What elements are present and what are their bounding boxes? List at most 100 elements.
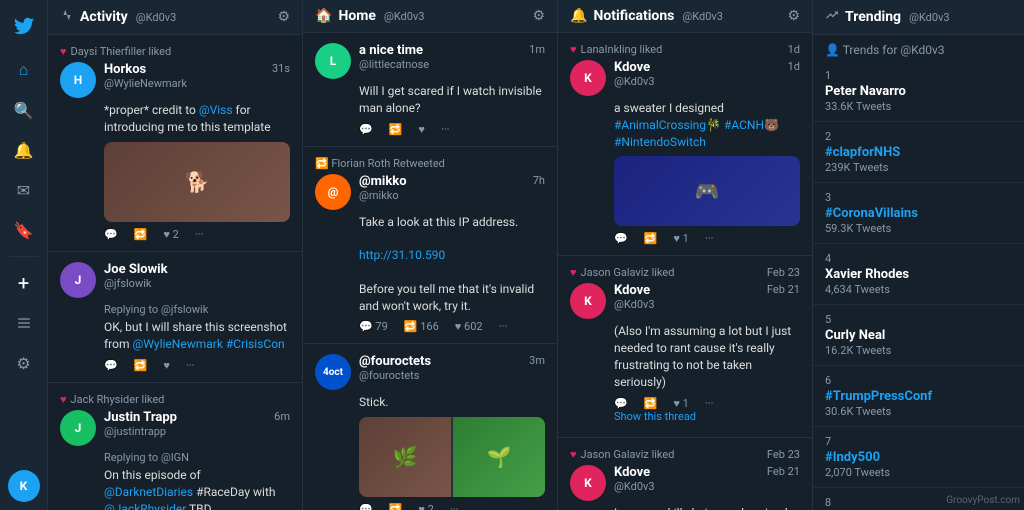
trending-item-7[interactable]: 7 #Indy500 2,070 Tweets [813, 427, 1024, 488]
notif-3[interactable]: ♥ Jason Galaviz liked Feb 23 K Kdove @Kd… [558, 438, 812, 510]
mention[interactable]: @Viss [199, 103, 233, 117]
retweet-action[interactable]: 🔁 [389, 503, 403, 510]
activity-tweet-1-image: 🐕 [104, 142, 290, 222]
notif-1-content: a sweater I designed #AnimalCrossing🎋 #A… [570, 100, 800, 150]
notifications-sidebar-icon[interactable]: 🔔 [6, 132, 42, 168]
messages-sidebar-icon[interactable]: ✉ [6, 172, 42, 208]
notifications-column-header: 🔔 Notifications @Kd0v3 ⚙ [558, 0, 812, 33]
activity-tweet-3-name: Justin Trapp [104, 410, 177, 425]
reply-to: Replying to @jfslowik [104, 302, 290, 317]
hashtag[interactable]: #CrisisCon [226, 337, 285, 351]
home-tweet-3[interactable]: 4oct @fouroctets @fouroctets 3m Stick. 🌿… [303, 344, 557, 510]
retweet-action[interactable]: 🔁 [389, 123, 403, 136]
more-action[interactable]: ··· [705, 397, 714, 410]
home-column-header: 🏠 Home @Kd0v3 ⚙ [303, 0, 557, 33]
like-action[interactable]: ♥ [418, 123, 425, 136]
reply-action[interactable]: 💬 79 [359, 320, 388, 333]
reply-action[interactable]: 💬 [614, 397, 628, 410]
like-action[interactable]: ♥ 1 [673, 397, 688, 410]
home-tweet-3-handle: @fouroctets [359, 369, 431, 382]
reply-to: Replying to @IGN [104, 450, 290, 465]
notifications-column-title: Notifications [593, 8, 674, 24]
notifications-settings-icon[interactable]: ⚙ [787, 8, 800, 24]
more-action[interactable]: ··· [705, 232, 714, 245]
like-action[interactable]: ♥ 2 [163, 228, 178, 241]
notif-1-name: Kdove [614, 60, 655, 75]
search-sidebar-icon[interactable]: 🔍 [6, 92, 42, 128]
trending-column: Trending @Kd0v3 ⚙ 👤 Trends for @Kd0v3 1 … [813, 0, 1024, 510]
trending-item-2[interactable]: 2 #clapforNHS 239K Tweets [813, 122, 1024, 183]
mention2[interactable]: @JackRhysider [104, 502, 186, 510]
like-action[interactable]: ♥ 602 [455, 320, 483, 333]
reply-action[interactable]: 💬 [614, 232, 628, 245]
reply-action[interactable]: 💬 [359, 503, 373, 510]
activity-tweet-1-content: *proper* credit to @Viss for introducing… [60, 102, 290, 136]
reply-action[interactable]: 💬 [359, 123, 373, 136]
notif-2[interactable]: ♥ Jason Galaviz liked Feb 23 K Kdove @Kd… [558, 256, 812, 437]
add-sidebar-icon[interactable]: + [6, 265, 42, 301]
activity-tweet-1[interactable]: ♥ Daysi Thierfiller liked H Horkos @Wyli… [48, 35, 302, 252]
retweet-action[interactable]: 🔁 [134, 228, 148, 241]
retweet-action[interactable]: 🔁 [644, 232, 658, 245]
notifications-header-icon: 🔔 [570, 8, 587, 24]
trending-item-5[interactable]: 5 Curly Neal 16.2K Tweets [813, 305, 1024, 366]
home-tweet-1[interactable]: L a nice time @littlecatnose 1m Will I g… [303, 33, 557, 147]
trending-name-7: #Indy500 [825, 450, 1024, 465]
notif-1-time: 1d [788, 60, 800, 73]
mention[interactable]: @DarknetDiaries [104, 485, 193, 499]
home-tweet-2[interactable]: 🔁 Florian Roth Retweeted @ @mikko @mikko… [303, 147, 557, 345]
more-action[interactable]: ··· [499, 320, 508, 333]
trending-subtitle-text: Trends for @Kd0v3 [843, 43, 945, 57]
trending-item-6[interactable]: 6 #TrumpPressConf 30.6K Tweets [813, 366, 1024, 427]
show-thread-link[interactable]: Show this thread [570, 410, 800, 423]
user-avatar[interactable]: K [8, 470, 40, 502]
activity-tweet-2[interactable]: J Joe Slowik @jfslowik Replying to @jfsl… [48, 252, 302, 383]
home-sidebar-icon[interactable]: ⌂ [6, 52, 42, 88]
notif-1-liker: LanaInkling liked [581, 43, 663, 56]
lists-sidebar-icon[interactable] [6, 305, 42, 341]
heart-icon: ♥ [60, 393, 67, 406]
notif-3-date: Feb 23 [767, 448, 800, 461]
reply-action[interactable]: 💬 [104, 228, 118, 241]
notif-2-handle: @Kd0v3 [614, 298, 655, 311]
home-column: 🏠 Home @Kd0v3 ⚙ L a nice time @littlecat… [303, 0, 558, 510]
more-action[interactable]: ··· [195, 228, 204, 241]
mention[interactable]: @WylieNewmark [132, 337, 222, 351]
notif-1-img-placeholder: 🎮 [614, 156, 800, 226]
activity-tweet-1-actions: 💬 🔁 ♥ 2 ··· [60, 228, 290, 241]
heart-icon: ♥ [570, 43, 577, 56]
retweet-action[interactable]: 🔁 [134, 359, 148, 372]
home-tweet-1-actions: 💬 🔁 ♥ ··· [315, 123, 545, 136]
trending-item-3[interactable]: 3 #CoronaVillains 59.3K Tweets [813, 183, 1024, 244]
trending-item-1[interactable]: 1 Peter Navarro 33.6K Tweets [813, 61, 1024, 122]
home-tweet-3-img-1: 🌿 [359, 417, 451, 497]
more-action[interactable]: ··· [186, 359, 195, 372]
hashtag3[interactable]: #NintendoSwitch [614, 135, 706, 149]
hashtag2[interactable]: #ACNH [724, 118, 764, 132]
trending-body: 👤 Trends for @Kd0v3 1 Peter Navarro 33.6… [813, 35, 1024, 510]
like-action[interactable]: ♥ 1 [673, 232, 688, 245]
activity-tweet-3-user-info: Justin Trapp @justintrapp [104, 410, 177, 438]
trending-rank-1: 1 [825, 69, 1024, 82]
reply-action[interactable]: 💬 [104, 359, 118, 372]
like-action[interactable]: ♥ [163, 359, 170, 372]
hashtag[interactable]: #AnimalCrossing [614, 118, 706, 132]
settings-sidebar-icon[interactable]: ⚙ [6, 345, 42, 381]
notif-1[interactable]: ♥ LanaInkling liked 1d K Kdove @Kd0v3 1d… [558, 33, 812, 256]
retweet-action[interactable]: 🔁 166 [404, 320, 439, 333]
more-action[interactable]: ··· [450, 503, 459, 510]
activity-tweet-3[interactable]: ♥ Jack Rhysider liked J Justin Trapp @ju… [48, 383, 302, 510]
activity-tweet-1-user-info: Horkos @WylieNewmark [104, 62, 187, 90]
activity-settings-icon[interactable]: ⚙ [277, 9, 290, 25]
trending-item-4[interactable]: 4 Xavier Rhodes 4,634 Tweets [813, 244, 1024, 305]
ip-link[interactable]: http://31.10.590 [359, 248, 445, 262]
trending-rank-2: 2 [825, 130, 1024, 143]
bookmarks-sidebar-icon[interactable]: 🔖 [6, 212, 42, 248]
like-action[interactable]: ♥ 2 [418, 503, 433, 510]
notifications-column-body: ♥ LanaInkling liked 1d K Kdove @Kd0v3 1d… [558, 33, 812, 510]
retweet-action[interactable]: 🔁 [644, 397, 658, 410]
trending-name-2: #clapforNHS [825, 145, 1024, 160]
twitter-logo-icon[interactable] [6, 8, 42, 44]
home-settings-icon[interactable]: ⚙ [532, 8, 545, 24]
more-action[interactable]: ··· [441, 123, 450, 136]
